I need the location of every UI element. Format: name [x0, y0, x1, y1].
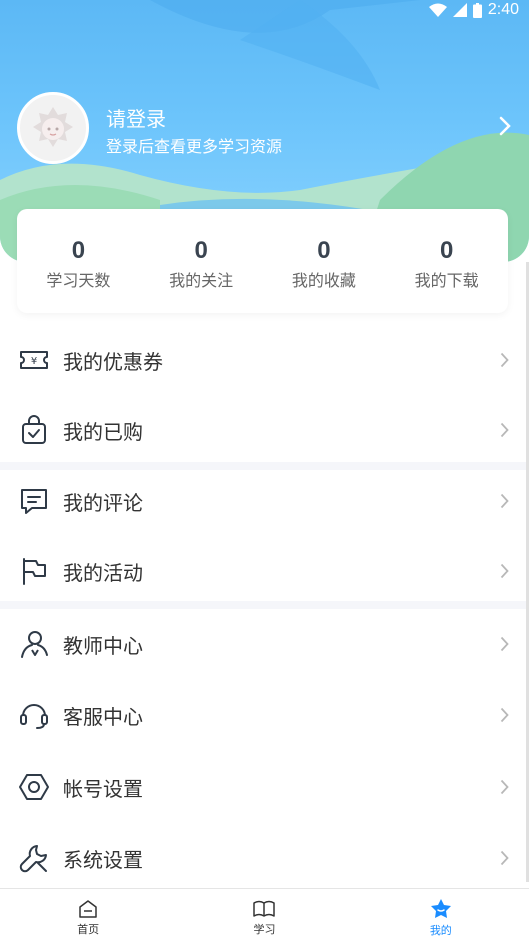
menu-label: 系统设置: [63, 847, 143, 872]
menu-group-social: 我的评论 我的活动: [0, 466, 529, 606]
menu-item-activities[interactable]: 我的活动: [0, 536, 529, 606]
menu-item-comments[interactable]: 我的评论: [0, 466, 529, 536]
stat-value: 0: [194, 237, 208, 264]
menu-label: 我的活动: [63, 560, 143, 585]
chevron-right-icon: [500, 352, 509, 368]
menu-item-purchased[interactable]: 我的已购: [0, 395, 529, 465]
chevron-right-icon: [500, 779, 509, 795]
menu-group-settings: 教师中心 客服中心 帐号设置 系统设置: [0, 609, 529, 893]
section-divider: [0, 601, 529, 609]
stat-following[interactable]: 0 我的关注: [140, 209, 263, 313]
chevron-right-icon: [500, 636, 509, 652]
tab-mine[interactable]: 我的: [353, 889, 529, 946]
tab-home[interactable]: 首页: [0, 889, 176, 946]
stat-value: 0: [317, 237, 331, 264]
stat-study-days[interactable]: 0 学习天数: [17, 209, 140, 313]
book-icon: [253, 900, 276, 917]
avatar[interactable]: [17, 92, 89, 164]
chevron-right-icon: [500, 563, 509, 579]
stat-downloads[interactable]: 0 我的下载: [385, 209, 508, 313]
menu-group-orders: ¥ 我的优惠券 我的已购: [0, 325, 529, 465]
menu-label: 教师中心: [63, 633, 143, 658]
wrench-icon: [19, 845, 47, 873]
headset-icon: [20, 704, 48, 729]
flag-icon: [23, 558, 46, 585]
tab-study[interactable]: 学习: [176, 889, 352, 946]
login-prompt[interactable]: 请登录: [106, 103, 166, 132]
menu-item-teacher-center[interactable]: 教师中心: [0, 609, 529, 679]
menu-item-system-settings[interactable]: 系统设置: [0, 823, 529, 893]
stat-label: 我的下载: [414, 271, 479, 290]
chevron-right-icon: [500, 422, 509, 438]
battery-icon: [472, 2, 482, 18]
profile-star-icon: [430, 898, 451, 918]
tab-label: 首页: [77, 922, 100, 936]
stat-value: 0: [71, 237, 86, 264]
login-subtitle: 登录后查看更多学习资源: [106, 137, 283, 156]
stats-card: 0 学习天数 0 我的关注 0 我的收藏 0 我的下载: [17, 209, 508, 313]
status-bar: 2:40: [428, 0, 519, 20]
menu-label: 我的评论: [63, 490, 143, 515]
coupon-icon: ¥: [20, 351, 48, 369]
tab-label: 学习: [253, 922, 276, 936]
chevron-right-icon: [500, 493, 509, 509]
wifi-icon: [428, 3, 447, 17]
comment-icon: [21, 489, 47, 514]
menu-item-coupons[interactable]: ¥ 我的优惠券: [0, 325, 529, 395]
menu-label: 帐号设置: [63, 776, 143, 801]
status-time: 2:40: [487, 1, 519, 18]
stat-value: 0: [439, 237, 454, 264]
home-icon: [79, 899, 97, 918]
chevron-right-icon[interactable]: [499, 116, 511, 136]
menu-item-account-settings[interactable]: 帐号设置: [0, 751, 529, 823]
chevron-right-icon: [500, 850, 509, 866]
hexagon-settings-icon: [19, 774, 49, 800]
stat-label: 我的关注: [169, 271, 234, 290]
signal-icon: [452, 3, 467, 17]
shopping-bag-icon: [22, 415, 46, 444]
menu-label: 我的优惠券: [63, 349, 163, 374]
teacher-icon: [21, 631, 48, 658]
stat-label: 我的收藏: [291, 271, 356, 290]
menu-label: 客服中心: [63, 704, 143, 729]
bottom-tab-bar: 首页 学习 我的: [0, 888, 529, 946]
menu-item-customer-service[interactable]: 客服中心: [0, 679, 529, 751]
avatar-placeholder-icon: [33, 107, 73, 147]
svg-text:¥: ¥: [31, 356, 37, 367]
tab-label: 我的: [429, 923, 452, 937]
stat-favorites[interactable]: 0 我的收藏: [263, 209, 386, 313]
stat-label: 学习天数: [46, 271, 111, 290]
chevron-right-icon: [500, 707, 509, 723]
menu-label: 我的已购: [63, 419, 143, 444]
